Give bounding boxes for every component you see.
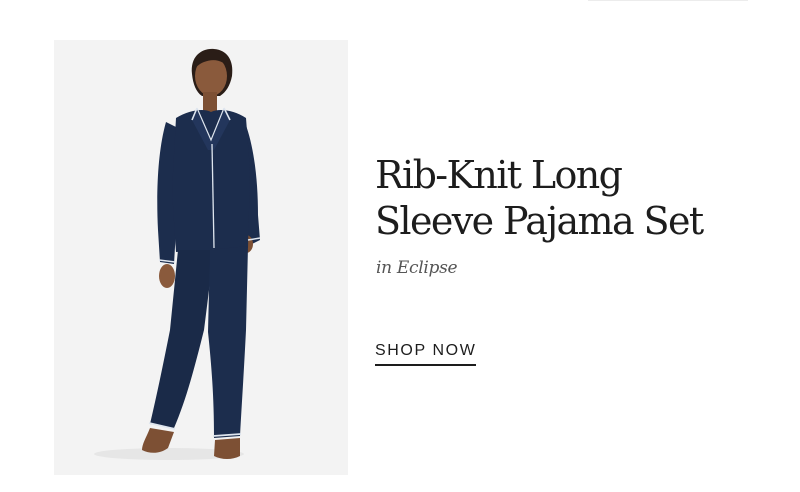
product-photo[interactable] bbox=[54, 40, 348, 475]
shop-now-link[interactable]: SHOP NOW bbox=[375, 342, 477, 366]
color-variant-label: in Eclipse bbox=[376, 258, 458, 278]
product-title: Rib-Knit Long Sleeve Pajama Set bbox=[375, 152, 785, 244]
model-illustration bbox=[54, 40, 348, 475]
product-title-line-1: Rib-Knit Long bbox=[375, 153, 623, 197]
top-divider bbox=[588, 0, 748, 1]
product-title-line-2: Sleeve Pajama Set bbox=[375, 199, 704, 243]
product-promo: Rib-Knit Long Sleeve Pajama Set in Eclip… bbox=[0, 0, 800, 492]
